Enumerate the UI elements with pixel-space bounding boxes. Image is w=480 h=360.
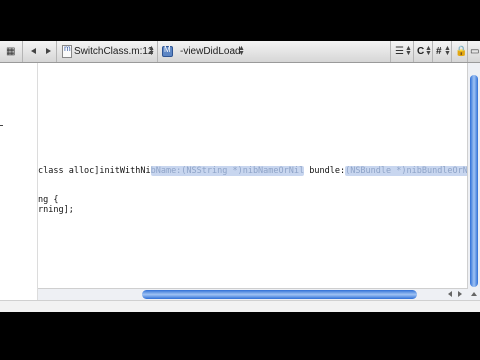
divider	[432, 41, 433, 62]
method-icon	[162, 45, 173, 57]
placeholder-token[interactable]: (NSBundle *)nibBundleOrNil	[345, 166, 479, 176]
code-text: class alloc]initWithNi	[38, 166, 151, 176]
chevron-updown-icon[interactable]: ▲ ▼	[148, 45, 155, 57]
chevron-updown-icon[interactable]: ▲ ▼	[238, 45, 245, 57]
file-icon	[62, 44, 72, 58]
includes-menu[interactable]: #	[436, 44, 442, 59]
function-popup[interactable]: -viewDidLoad	[180, 44, 241, 59]
divider	[467, 41, 468, 62]
scroll-left-arrow-icon[interactable]	[448, 291, 452, 297]
status-strip	[0, 300, 480, 312]
back-arrow-icon[interactable]	[31, 48, 36, 54]
vertical-scrollbar[interactable]	[467, 63, 480, 312]
split-editor-icon[interactable]: ▭	[470, 44, 479, 59]
chevron-updown-icon[interactable]: ▲ ▼	[444, 45, 451, 57]
counterpart-menu[interactable]: C	[417, 44, 424, 59]
placeholder-token[interactable]: bName:(NSString *)nibNameOrNil	[150, 166, 305, 176]
divider	[0, 125, 3, 126]
chevron-updown-icon[interactable]: ▲ ▼	[405, 45, 412, 57]
lock-icon[interactable]: 🔒	[455, 44, 467, 59]
divider	[157, 41, 158, 62]
navigation-bar: ▦ SwitchClass.m:12 ▲▼ -viewDidLoad ▲▼ ☰ …	[0, 41, 480, 63]
chevron-updown-icon[interactable]: ▲ ▼	[425, 45, 432, 57]
code-text: bundle:	[304, 166, 346, 176]
divider	[22, 41, 23, 62]
xcode-editor-window: ▦ SwitchClass.m:12 ▲▼ -viewDidLoad ▲▼ ☰ …	[0, 41, 480, 312]
forward-arrow-icon[interactable]	[46, 48, 51, 54]
code-line[interactable]: rning];	[38, 205, 74, 216]
vertical-scroll-thumb[interactable]	[470, 75, 478, 287]
divider	[390, 41, 391, 62]
code-line[interactable]: class alloc]initWithNibName:(NSString *)…	[38, 166, 479, 177]
scroll-right-arrow-icon[interactable]	[458, 291, 462, 297]
divider	[451, 41, 452, 62]
scroll-up-arrow-icon[interactable]	[471, 292, 477, 296]
divider	[413, 41, 414, 62]
horizontal-scroll-thumb[interactable]	[142, 290, 417, 299]
horizontal-scrollbar[interactable]	[38, 288, 468, 300]
file-popup[interactable]: SwitchClass.m:12	[74, 44, 153, 59]
bookmarks-icon[interactable]: ☰	[395, 44, 404, 59]
divider	[56, 41, 57, 62]
grid-icon[interactable]: ▦	[6, 44, 15, 59]
line-gutter[interactable]	[0, 63, 38, 312]
